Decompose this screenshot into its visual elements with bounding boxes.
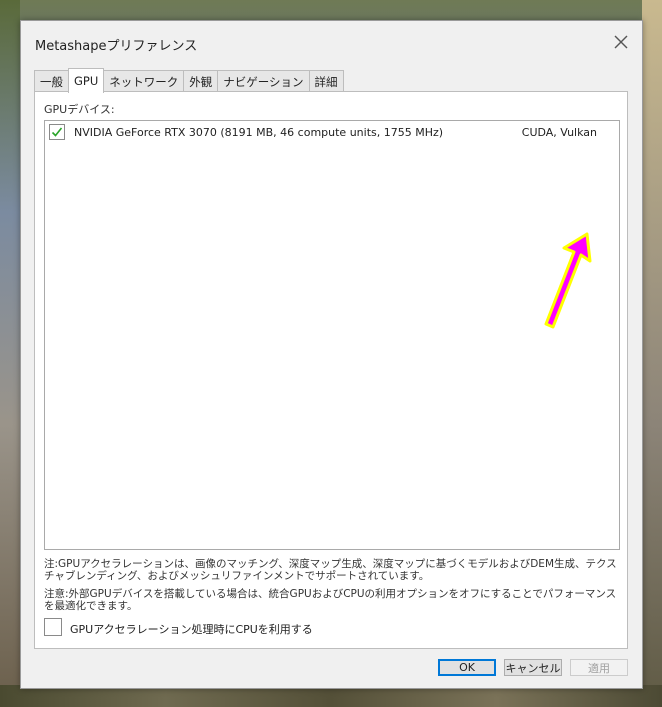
- gpu-device-checkbox[interactable]: [49, 124, 65, 140]
- background-left: [0, 0, 20, 707]
- tab-advanced[interactable]: 詳細: [308, 70, 344, 92]
- apply-button[interactable]: 適用: [570, 659, 628, 676]
- preferences-dialog: Metashapeプリファレンス 一般 GPU ネットワーク 外観 ナビゲーショ…: [20, 20, 643, 689]
- tab-network[interactable]: ネットワーク: [103, 70, 185, 92]
- gpu-devices-label: GPUデバイス:: [44, 103, 115, 116]
- ok-button[interactable]: OK: [438, 659, 496, 676]
- gpu-device-row[interactable]: NVIDIA GeForce RTX 3070 (8191 MB, 46 com…: [47, 123, 615, 143]
- gpu-note: 注:GPUアクセラレーションは、画像のマッチング、深度マップ生成、深度マップに基…: [44, 558, 617, 582]
- tab-navigation[interactable]: ナビゲーション: [217, 70, 310, 92]
- gpu-device-api: CUDA, Vulkan: [521, 126, 597, 139]
- gpu-warning-note: 注意:外部GPUデバイスを搭載している場合は、統合GPUおよびCPUの利用オプシ…: [44, 588, 617, 612]
- check-icon: [51, 127, 63, 137]
- close-button[interactable]: [610, 31, 632, 53]
- tab-general[interactable]: 一般: [34, 70, 69, 92]
- cancel-button[interactable]: キャンセル: [504, 659, 562, 676]
- tab-appearance[interactable]: 外観: [183, 70, 219, 92]
- gpu-panel: GPUデバイス: NVIDIA GeForce RTX 3070 (8191 M…: [34, 91, 628, 649]
- tab-bar: 一般 GPU ネットワーク 外観 ナビゲーション 詳細: [34, 68, 344, 93]
- use-cpu-checkbox[interactable]: [44, 618, 62, 636]
- gpu-device-list[interactable]: NVIDIA GeForce RTX 3070 (8191 MB, 46 com…: [44, 120, 620, 550]
- window-title: Metashapeプリファレンス: [35, 39, 198, 54]
- background-right: [642, 0, 662, 707]
- gpu-device-name: NVIDIA GeForce RTX 3070 (8191 MB, 46 com…: [74, 126, 444, 139]
- tab-gpu[interactable]: GPU: [68, 68, 105, 93]
- use-cpu-label[interactable]: GPUアクセラレーション処理時にCPUを利用する: [70, 621, 313, 637]
- arrow-icon: [544, 232, 592, 329]
- close-icon: [614, 35, 628, 49]
